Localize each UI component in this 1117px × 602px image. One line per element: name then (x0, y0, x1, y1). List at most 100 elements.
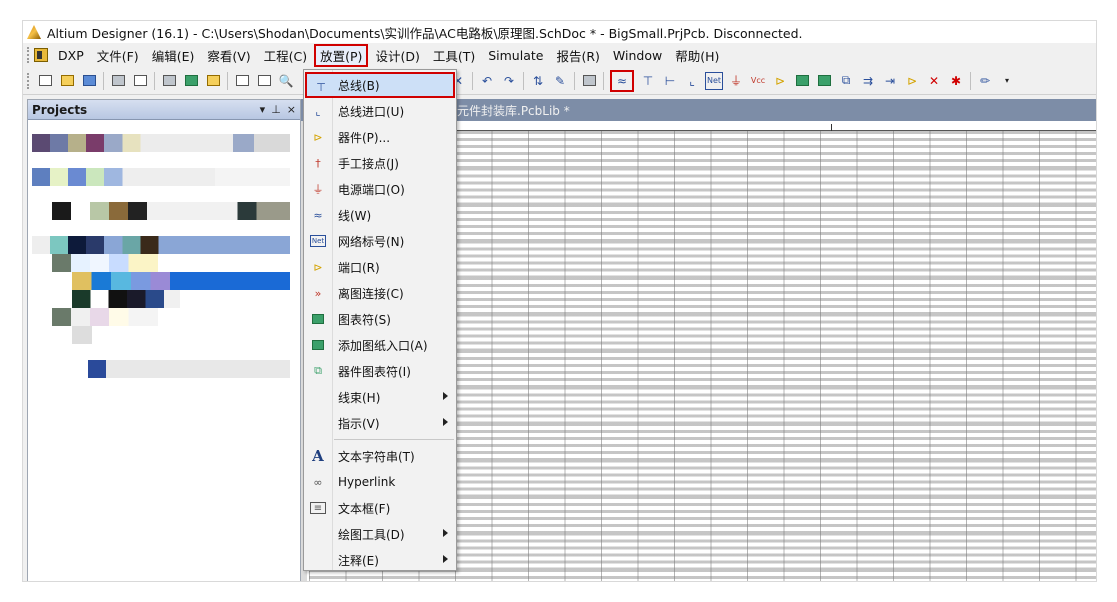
place-menu-item-power-port[interactable]: ⏚ 电源端口(O) (304, 176, 456, 202)
open-folder-icon[interactable] (58, 72, 76, 90)
menu-file[interactable]: 文件(F) (91, 44, 145, 67)
menu-item-label: 总线(B) (338, 78, 380, 93)
place-menu-item-off-sheet-connector[interactable]: » 离图连接(C) (304, 280, 456, 306)
place-menu-item-harness[interactable]: 线束(H) (304, 384, 456, 410)
print-preview-icon[interactable] (131, 72, 149, 90)
menu-tools[interactable]: 工具(T) (427, 44, 481, 67)
blurred-row (72, 326, 92, 344)
title-bar: Altium Designer (16.1) - C:\Users\Shodan… (23, 21, 1096, 43)
dxp-icon[interactable] (34, 48, 48, 62)
toolbar-divider (523, 71, 524, 90)
panel-menu-icon[interactable]: ▾ (260, 103, 266, 116)
place-menu-item-directives[interactable]: 指示(V) (304, 410, 456, 436)
menu-item-label: 线(W) (338, 208, 372, 223)
toolbar-grip-icon[interactable] (27, 72, 30, 89)
menu-place[interactable]: 放置(P) (314, 43, 369, 67)
menu-window[interactable]: Window (607, 46, 668, 65)
toolbar-overflow-icon[interactable]: ▾ (998, 72, 1016, 90)
menubar-grip-icon[interactable] (27, 47, 30, 63)
blurred-row (52, 202, 290, 220)
menu-dxp[interactable]: DXP (52, 46, 90, 65)
place-menu-item-sheet-entry[interactable]: 添加图纸入口(A) (304, 332, 456, 358)
place-menu-item-sheet-symbol[interactable]: 图表符(S) (304, 306, 456, 332)
menu-item-label: 绘图工具(D) (338, 527, 405, 542)
panel-close-icon[interactable]: × (287, 103, 296, 116)
text-icon: A (312, 447, 324, 465)
part-tool-icon[interactable]: ⊳ (771, 72, 789, 90)
sheet-symbol-tool-icon[interactable] (793, 72, 811, 90)
place-menu-item-net-label[interactable]: Net 网络标号(N) (304, 228, 456, 254)
save-icon[interactable] (80, 72, 98, 90)
text-frame-icon: ≡ (310, 502, 326, 514)
submenu-arrow-icon (443, 392, 448, 400)
harness-entry-icon[interactable]: ⇥ (881, 72, 899, 90)
cross-probe-icon[interactable]: ⇅ (529, 72, 547, 90)
bus-entry-tool-icon[interactable]: ⌞ (683, 72, 701, 90)
place-menu-item-drawing-tools[interactable]: 绘图工具(D) (304, 521, 456, 547)
redo-icon[interactable]: ↷ (500, 72, 518, 90)
toolbar-divider (472, 71, 473, 90)
blurred-row-selected (72, 272, 290, 290)
zoom-area-icon[interactable] (255, 72, 273, 90)
signal-harness-icon[interactable]: ⊢ (661, 72, 679, 90)
bus-entry-icon: ⌞ (315, 104, 321, 118)
menu-item-label: 器件(P)... (338, 130, 391, 145)
projects-panel-title: Projects (32, 102, 88, 117)
place-menu-item-notes[interactable]: 注释(E) (304, 547, 456, 573)
submenu-arrow-icon (443, 529, 448, 537)
menu-design[interactable]: 设计(D) (369, 44, 425, 67)
menu-item-label: 端口(R) (338, 260, 380, 275)
gnd-port-icon[interactable]: ⏚ (727, 72, 745, 90)
place-menu-item-part[interactable]: ⊳ 器件(P)... (304, 124, 456, 150)
zoom-fit-icon[interactable] (233, 72, 251, 90)
drawing-tool-icon[interactable]: ✏ (976, 72, 994, 90)
highlight-pen-icon[interactable]: ✎ (551, 72, 569, 90)
browse-component-icon[interactable] (580, 72, 598, 90)
menu-reports[interactable]: 报告(R) (550, 44, 605, 67)
place-menu-item-device-sheet-symbol[interactable]: ⧉ 器件图表符(I) (304, 358, 456, 384)
no-erc-icon[interactable]: ✕ (925, 72, 943, 90)
net-label-tool-icon[interactable]: Net (705, 71, 723, 90)
toolbar-divider (603, 71, 604, 90)
library-icon[interactable] (204, 72, 222, 90)
port-tool-icon[interactable]: ⊳ (903, 72, 921, 90)
sheet-entry-tool-icon[interactable] (815, 72, 833, 90)
place-menu-item-text-frame[interactable]: ≡ 文本框(F) (304, 495, 456, 521)
compile-mask-icon[interactable]: ✱ (947, 72, 965, 90)
menu-project[interactable]: 工程(C) (258, 44, 313, 67)
place-menu-item-bus[interactable]: ⊤ 总线(B) (305, 72, 455, 98)
panel-pin-icon[interactable]: ⊥ (271, 103, 281, 116)
menu-view[interactable]: 察看(V) (201, 44, 256, 67)
menu-item-label: 文本框(F) (338, 501, 391, 516)
print-icon[interactable] (109, 72, 127, 90)
menu-item-label: 文本字符串(T) (338, 449, 415, 464)
3d-view-icon[interactable] (160, 72, 178, 90)
pcb-icon[interactable] (182, 72, 200, 90)
undo-icon[interactable]: ↶ (478, 72, 496, 90)
junction-icon: † (315, 156, 321, 170)
menu-help[interactable]: 帮助(H) (669, 44, 725, 67)
place-menu-item-wire[interactable]: ≈ 线(W) (304, 202, 456, 228)
wire-icon: ≈ (313, 208, 323, 222)
ruler-tick (831, 124, 832, 131)
place-menu-item-hyperlink[interactable]: ∞ Hyperlink (304, 469, 456, 495)
vcc-port-icon[interactable]: Vcc (749, 72, 767, 90)
menu-edit[interactable]: 编辑(E) (146, 44, 201, 67)
toolbar-divider (574, 71, 575, 90)
projects-panel-controls: ▾ ⊥ × (260, 103, 296, 116)
place-menu-item-junction[interactable]: † 手工接点(J) (304, 150, 456, 176)
zoom-selected-icon[interactable]: 🔍 (277, 72, 295, 90)
menu-item-label: 指示(V) (338, 416, 380, 431)
bus-tool-icon[interactable]: ⊤ (639, 72, 657, 90)
toolbar-divider (970, 71, 971, 90)
harness-connector-icon[interactable]: ⇉ (859, 72, 877, 90)
place-menu-item-text-string[interactable]: A 文本字符串(T) (304, 443, 456, 469)
wire-tool-icon[interactable]: ≈ (610, 69, 634, 92)
off-sheet-connector-icon: » (314, 286, 322, 300)
new-file-icon[interactable] (36, 72, 54, 90)
place-menu-item-port[interactable]: ⊳ 端口(R) (304, 254, 456, 280)
place-menu-item-bus-entry[interactable]: ⌞ 总线进口(U) (304, 98, 456, 124)
menu-simulate[interactable]: Simulate (482, 46, 549, 65)
blurred-row (52, 308, 158, 326)
device-sheet-tool-icon[interactable]: ⧉ (837, 72, 855, 90)
